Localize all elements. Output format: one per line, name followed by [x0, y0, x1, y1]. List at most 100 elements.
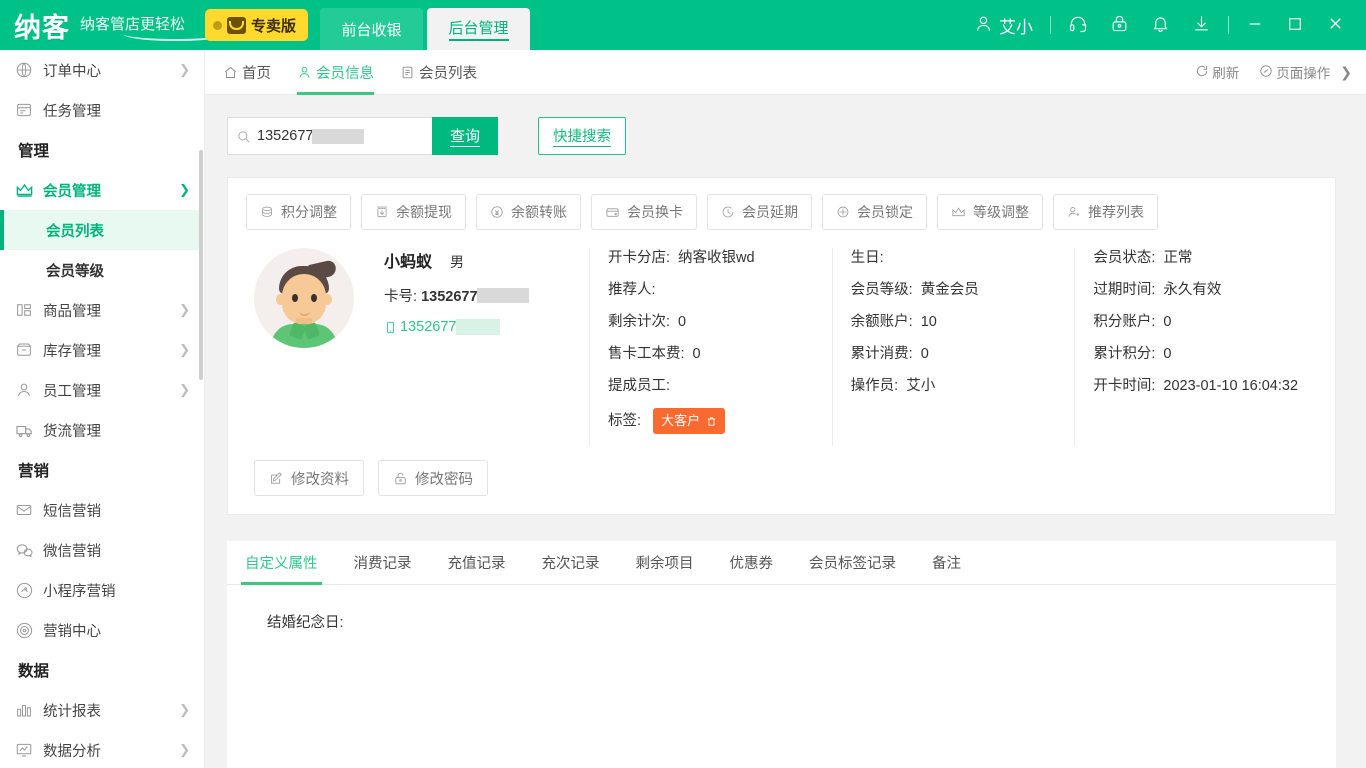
card-number-value: 1352677 — [421, 289, 478, 305]
lock-circle-icon — [836, 205, 850, 219]
tab-label: 会员列表 — [419, 65, 477, 82]
sidebar: 订单中心 ❯ 任务管理 管理 会员管理 ❯ 会员列表 会员等级 商品管理 ❯ 库… — [0, 50, 205, 768]
card-swap-icon — [605, 205, 620, 220]
tab-member-list[interactable]: 会员列表 — [400, 50, 477, 95]
custom-attributes-panel: 结婚纪念日: — [227, 585, 1336, 768]
detail-key: 售卡工本费: — [608, 346, 685, 362]
referral-list-button[interactable]: 推荐列表 — [1053, 194, 1158, 230]
chevron-right-icon: ❯ — [179, 302, 190, 317]
tab-consumption-records[interactable]: 消费记录 — [354, 541, 412, 585]
sidebar-item-label: 任务管理 — [43, 103, 101, 120]
chevron-right-icon: ❯ — [179, 742, 190, 757]
maximize-button[interactable] — [1275, 0, 1315, 50]
goods-icon — [14, 300, 34, 320]
detail-value: 纳客收银wd — [678, 250, 755, 266]
top-nav-cashier[interactable]: 前台收银 — [320, 8, 424, 50]
password-icon — [393, 471, 408, 486]
avatar-eye-right — [311, 294, 317, 302]
maximize-icon — [1286, 15, 1304, 36]
sidebar-scrollbar-thumb[interactable] — [199, 150, 203, 380]
sidebar-item-stock-management[interactable]: 库存管理 ❯ — [0, 330, 204, 370]
close-button[interactable] — [1315, 0, 1356, 50]
sidebar-group-management: 管理 — [0, 130, 204, 170]
level-adjust-button[interactable]: 等级调整 — [937, 194, 1043, 230]
query-button[interactable]: 查询 — [432, 117, 498, 155]
points-adjust-button[interactable]: 积分调整 — [246, 194, 351, 230]
content-area: 首页 会员信息 会员列表 刷新 页面操作 ❯ 1352677 查询 快捷搜索 积… — [205, 50, 1366, 768]
detail-row: 推荐人: — [608, 280, 832, 300]
member-lock-button[interactable]: 会员锁定 — [822, 194, 927, 230]
user-icon — [974, 14, 993, 36]
sidebar-item-sms-marketing[interactable]: 短信营销 — [0, 490, 204, 530]
tab-remaining-items[interactable]: 剩余项目 — [636, 541, 694, 585]
op-label: 积分调整 — [281, 204, 337, 220]
detail-value: 0 — [1163, 346, 1172, 362]
detail-row: 生日: — [851, 248, 1075, 268]
notifications-button[interactable] — [1140, 0, 1181, 50]
sidebar-item-staff-management[interactable]: 员工管理 ❯ — [0, 370, 204, 410]
refresh-button[interactable]: 刷新 — [1195, 62, 1239, 82]
list-icon — [400, 65, 415, 80]
sidebar-item-logistics-management[interactable]: 货流管理 — [0, 410, 204, 450]
detail-row-tags: 标签: 大客户 — [608, 408, 832, 434]
sidebar-item-task-management[interactable]: 任务管理 — [0, 90, 204, 130]
sidebar-item-member-management[interactable]: 会员管理 ❯ — [0, 170, 204, 210]
detail-row: 剩余计次: 0 — [608, 312, 832, 332]
page-operations-button[interactable]: 页面操作 ❯ — [1259, 62, 1352, 82]
chevron-right-icon[interactable]: ❯ — [1340, 64, 1352, 81]
content-tab-strip: 首页 会员信息 会员列表 刷新 页面操作 ❯ — [205, 50, 1366, 95]
detail-key: 提成员工: — [608, 378, 671, 394]
tab-remarks[interactable]: 备注 — [932, 541, 961, 585]
member-card-swap-button[interactable]: 会员换卡 — [591, 194, 697, 230]
sidebar-item-goods-management[interactable]: 商品管理 ❯ — [0, 290, 204, 330]
detail-row: 积分账户: 0 — [1093, 312, 1317, 332]
sidebar-item-wechat-marketing[interactable]: 微信营销 — [0, 530, 204, 570]
quick-search-button[interactable]: 快捷搜索 — [538, 117, 626, 155]
sidebar-item-label: 小程序营销 — [43, 583, 116, 600]
sidebar-scrollbar[interactable] — [199, 50, 204, 768]
trash-icon[interactable] — [706, 416, 717, 427]
task-icon — [14, 100, 34, 120]
minimize-button[interactable] — [1235, 0, 1275, 50]
sidebar-item-member-level[interactable]: 会员等级 — [0, 250, 204, 290]
miniprogram-icon — [14, 580, 34, 600]
tab-recharge-records[interactable]: 充值记录 — [448, 541, 506, 585]
download-button[interactable] — [1181, 0, 1222, 50]
balance-withdraw-button[interactable]: 余额提现 — [361, 194, 466, 230]
tab-member-info[interactable]: 会员信息 — [297, 50, 374, 95]
detail-key: 余额账户: — [850, 314, 913, 330]
referral-icon — [1067, 205, 1081, 219]
top-nav-backend[interactable]: 后台管理 — [427, 8, 531, 50]
tab-member-tag-records[interactable]: 会员标签记录 — [809, 541, 896, 585]
member-operations-row: 积分调整 余额提现 余额转账 会员换卡 会员延期 会员锁定 等级调整 推荐列表 — [228, 194, 1335, 230]
edit-profile-button[interactable]: 修改资料 — [254, 460, 364, 496]
ltab-label: 充值记录 — [447, 556, 506, 572]
sidebar-item-member-list[interactable]: 会员列表 — [0, 210, 204, 250]
detail-value: 黄金会员 — [920, 282, 979, 298]
member-phone-row[interactable]: 1352677 — [384, 319, 589, 335]
tab-count-recharge-records[interactable]: 充次记录 — [542, 541, 600, 585]
top-nav: 前台收银 后台管理 — [320, 0, 534, 50]
member-tag[interactable]: 大客户 — [653, 408, 726, 434]
sidebar-item-marketing-center[interactable]: 营销中心 — [0, 610, 204, 650]
page-operations-label: 页面操作 — [1276, 66, 1331, 81]
sidebar-item-order-center[interactable]: 订单中心 ❯ — [0, 50, 204, 90]
target-icon — [14, 620, 34, 640]
change-password-button[interactable]: 修改密码 — [378, 460, 488, 496]
sidebar-item-miniprogram-marketing[interactable]: 小程序营销 — [0, 570, 204, 610]
support-button[interactable] — [1057, 0, 1099, 50]
search-input[interactable]: 1352677 — [227, 117, 432, 155]
detail-column-1: 开卡分店: 纳客收银wd 推荐人: 剩余计次: 0 售卡工本费: 0 提成员工: 标签… — [589, 248, 832, 446]
sidebar-item-statistics-report[interactable]: 统计报表 ❯ — [0, 690, 204, 730]
detail-value: 0 — [678, 314, 687, 330]
balance-transfer-button[interactable]: 余额转账 — [476, 194, 581, 230]
page-scroll-area: 1352677 查询 快捷搜索 积分调整 余额提现 余额转账 会员换卡 会员延期… — [205, 95, 1366, 768]
member-extend-button[interactable]: 会员延期 — [707, 194, 812, 230]
sidebar-item-data-analysis[interactable]: 数据分析 ❯ — [0, 730, 204, 768]
member-identity-column: 小蚂蚁 男 卡号: 1352677 1352677 — [384, 248, 589, 446]
current-user[interactable]: 艾小 — [963, 0, 1044, 50]
tab-coupons[interactable]: 优惠券 — [730, 541, 774, 585]
lock-button[interactable] — [1099, 0, 1140, 50]
tab-custom-attributes[interactable]: 自定义属性 — [241, 541, 321, 585]
tab-home[interactable]: 首页 — [223, 50, 271, 95]
